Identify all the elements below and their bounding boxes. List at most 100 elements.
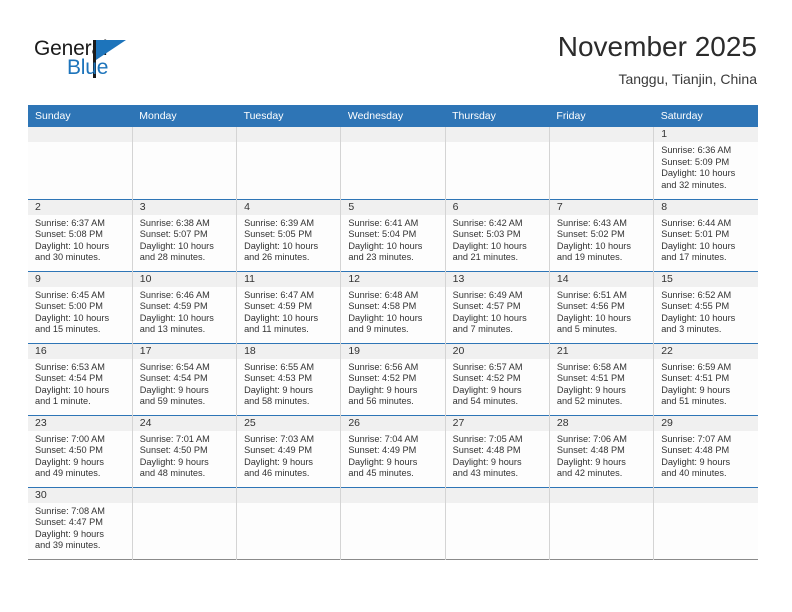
weekday-header-saturday: Saturday	[653, 105, 758, 127]
sunset-text: Sunset: 4:54 PM	[139, 373, 208, 384]
calendar-table: Sunday Monday Tuesday Wednesday Thursday…	[28, 105, 758, 560]
sunset-text: Sunset: 4:51 PM	[556, 373, 625, 384]
day-number	[654, 487, 758, 503]
calendar-cell-empty	[548, 487, 655, 559]
day-number: 23	[28, 415, 132, 431]
sunset-text: Sunset: 4:52 PM	[348, 373, 417, 384]
sunset-text: Sunset: 4:50 PM	[35, 445, 103, 456]
calendar-header-row: Sunday Monday Tuesday Wednesday Thursday…	[28, 105, 758, 127]
day-number: 24	[132, 415, 237, 431]
calendar-day-cell[interactable]: 20 Sunrise: 6:57 AM Sunset: 4:52 PM Dayligh…	[444, 343, 550, 415]
sunrise-text: Sunrise: 6:54 AM	[139, 361, 210, 372]
day-details: Sunrise: 6:39 AM Sunset: 5:05 PM Daylight:…	[237, 215, 340, 264]
sunset-text: Sunset: 5:02 PM	[556, 229, 625, 240]
daylight-text-line1: Daylight: 10 hours	[35, 312, 110, 323]
sunrise-text: Sunrise: 6:51 AM	[556, 289, 627, 300]
calendar-day-cell[interactable]: 13 Sunrise: 6:49 AM Sunset: 4:57 PM Dayligh…	[444, 271, 550, 343]
day-number	[132, 127, 237, 142]
calendar-day-cell[interactable]: 9 Sunrise: 6:45 AM Sunset: 5:00 PM Daylight…	[28, 271, 133, 343]
calendar-week-row: 9 Sunrise: 6:45 AM Sunset: 5:00 PM Daylight…	[28, 271, 758, 343]
calendar-day-cell[interactable]: 8 Sunrise: 6:44 AM Sunset: 5:01 PM Daylight…	[653, 199, 758, 271]
page-title: November 2025	[557, 31, 757, 62]
calendar-day-cell[interactable]: 25 Sunrise: 7:03 AM Sunset: 4:49 PM Dayligh…	[236, 415, 342, 487]
calendar-day-cell[interactable]: 15 Sunrise: 6:52 AM Sunset: 4:55 PM Dayligh…	[653, 271, 758, 343]
calendar-day-cell[interactable]: 18 Sunrise: 6:55 AM Sunset: 4:53 PM Dayligh…	[236, 343, 342, 415]
calendar-day-cell[interactable]: 2 Sunrise: 6:37 AM Sunset: 5:08 PM Daylight…	[28, 199, 133, 271]
calendar-day-cell[interactable]: 30 Sunrise: 7:08 AM Sunset: 4:47 PM Dayligh…	[28, 487, 133, 559]
calendar-day-cell[interactable]: 23 Sunrise: 7:00 AM Sunset: 4:50 PM Dayligh…	[28, 415, 133, 487]
calendar-day-cell[interactable]: 17 Sunrise: 6:54 AM Sunset: 4:54 PM Dayligh…	[131, 343, 238, 415]
sunrise-text: Sunrise: 6:47 AM	[244, 289, 315, 300]
daylight-text-line2: and 7 minutes.	[452, 324, 513, 335]
calendar-day-cell[interactable]: 16 Sunrise: 6:53 AM Sunset: 4:54 PM Dayligh…	[28, 343, 133, 415]
daylight-text-line2: and 51 minutes.	[661, 396, 727, 407]
weekday-header-monday: Monday	[132, 105, 237, 127]
sunset-text: Sunset: 5:04 PM	[348, 229, 417, 240]
daylight-text-line2: and 45 minutes.	[348, 468, 414, 479]
sunset-text: Sunset: 4:51 PM	[661, 373, 730, 384]
calendar-day-cell[interactable]: 29 Sunrise: 7:07 AM Sunset: 4:48 PM Dayligh…	[653, 415, 758, 487]
daylight-text-line1: Daylight: 10 hours	[452, 312, 527, 323]
calendar-day-cell[interactable]: 5 Sunrise: 6:41 AM Sunset: 5:04 PM Daylight…	[340, 199, 446, 271]
sunset-text: Sunset: 5:07 PM	[139, 229, 208, 240]
calendar-day-cell[interactable]: 19 Sunrise: 6:56 AM Sunset: 4:52 PM Dayligh…	[340, 343, 446, 415]
calendar-day-cell[interactable]: 22 Sunrise: 6:59 AM Sunset: 4:51 PM Dayligh…	[653, 343, 758, 415]
calendar-cell-empty	[653, 487, 758, 559]
calendar-day-cell[interactable]: 10 Sunrise: 6:46 AM Sunset: 4:59 PM Dayligh…	[131, 271, 238, 343]
calendar-day-cell[interactable]: 1 Sunrise: 6:36 AM Sunset: 5:09 PM Daylight…	[653, 127, 758, 199]
calendar-day-cell[interactable]: 7 Sunrise: 6:43 AM Sunset: 5:02 PM Daylight…	[548, 199, 655, 271]
calendar-day-cell[interactable]: 21 Sunrise: 6:58 AM Sunset: 4:51 PM Dayligh…	[548, 343, 655, 415]
day-details: Sunrise: 6:44 AM Sunset: 5:01 PM Daylight:…	[654, 215, 758, 264]
sunrise-text: Sunrise: 6:48 AM	[348, 289, 419, 300]
sunset-text: Sunset: 4:59 PM	[244, 301, 312, 312]
calendar-week-row: 2 Sunrise: 6:37 AM Sunset: 5:08 PM Daylight…	[28, 199, 758, 271]
calendar-day-cell[interactable]: 14 Sunrise: 6:51 AM Sunset: 4:56 PM Dayligh…	[548, 271, 655, 343]
sunrise-text: Sunrise: 6:53 AM	[35, 361, 105, 372]
day-number: 29	[654, 415, 758, 431]
brand-name-blue: Blue	[67, 56, 109, 79]
sunrise-text: Sunrise: 6:45 AM	[35, 289, 105, 300]
calendar-day-cell[interactable]: 12 Sunrise: 6:48 AM Sunset: 4:58 PM Dayligh…	[340, 271, 446, 343]
daylight-text-line2: and 19 minutes.	[556, 252, 623, 263]
sunset-text: Sunset: 4:48 PM	[661, 445, 730, 456]
calendar-day-cell[interactable]: 4 Sunrise: 6:39 AM Sunset: 5:05 PM Daylight…	[236, 199, 342, 271]
weekday-header-wednesday: Wednesday	[340, 105, 446, 127]
calendar-cell-empty	[548, 127, 655, 199]
daylight-text-line2: and 1 minute.	[35, 396, 91, 407]
daylight-text-line2: and 49 minutes.	[35, 468, 101, 479]
daylight-text-line1: Daylight: 10 hours	[452, 240, 527, 251]
day-number: 11	[237, 271, 341, 287]
general-blue-logo[interactable]: General Blue	[34, 38, 164, 90]
day-details: Sunrise: 6:46 AM Sunset: 4:59 PM Daylight:…	[133, 287, 236, 336]
weekday-header-thursday: Thursday	[445, 105, 550, 127]
day-number: 14	[549, 271, 654, 287]
daylight-text-line1: Daylight: 9 hours	[452, 456, 522, 467]
calendar-cell-empty	[236, 487, 342, 559]
calendar-day-cell[interactable]: 24 Sunrise: 7:01 AM Sunset: 4:50 PM Dayligh…	[131, 415, 238, 487]
weekday-header-sunday: Sunday	[28, 105, 133, 127]
sunset-text: Sunset: 5:09 PM	[661, 156, 730, 167]
calendar-day-cell[interactable]: 3 Sunrise: 6:38 AM Sunset: 5:07 PM Daylight…	[131, 199, 238, 271]
calendar-week-row: 16 Sunrise: 6:53 AM Sunset: 4:54 PM Dayligh…	[28, 343, 758, 415]
calendar-day-cell[interactable]: 27 Sunrise: 7:05 AM Sunset: 4:48 PM Dayligh…	[444, 415, 550, 487]
day-number: 15	[654, 271, 758, 287]
sunrise-text: Sunrise: 6:56 AM	[348, 361, 419, 372]
daylight-text-line1: Daylight: 9 hours	[556, 384, 626, 395]
sunrise-text: Sunrise: 7:06 AM	[556, 433, 627, 444]
daylight-text-line2: and 15 minutes.	[35, 324, 101, 335]
day-details: Sunrise: 6:52 AM Sunset: 4:55 PM Daylight:…	[654, 287, 758, 336]
daylight-text-line1: Daylight: 9 hours	[452, 384, 522, 395]
daylight-text-line2: and 13 minutes.	[139, 324, 206, 335]
day-number: 10	[132, 271, 237, 287]
sunrise-text: Sunrise: 7:07 AM	[661, 433, 732, 444]
day-number: 25	[237, 415, 341, 431]
page-header: General Blue November 2025 Tanggu, Tianj…	[34, 30, 757, 102]
daylight-text-line1: Daylight: 10 hours	[348, 312, 423, 323]
sunset-text: Sunset: 4:58 PM	[348, 301, 417, 312]
day-details: Sunrise: 6:48 AM Sunset: 4:58 PM Daylight:…	[341, 287, 444, 336]
calendar-cell-empty	[131, 127, 238, 199]
calendar-day-cell[interactable]: 26 Sunrise: 7:04 AM Sunset: 4:49 PM Dayligh…	[340, 415, 446, 487]
calendar-day-cell[interactable]: 11 Sunrise: 6:47 AM Sunset: 4:59 PM Dayligh…	[236, 271, 342, 343]
calendar-day-cell[interactable]: 6 Sunrise: 6:42 AM Sunset: 5:03 PM Daylight…	[444, 199, 550, 271]
calendar-day-cell[interactable]: 28 Sunrise: 7:06 AM Sunset: 4:48 PM Dayligh…	[548, 415, 655, 487]
